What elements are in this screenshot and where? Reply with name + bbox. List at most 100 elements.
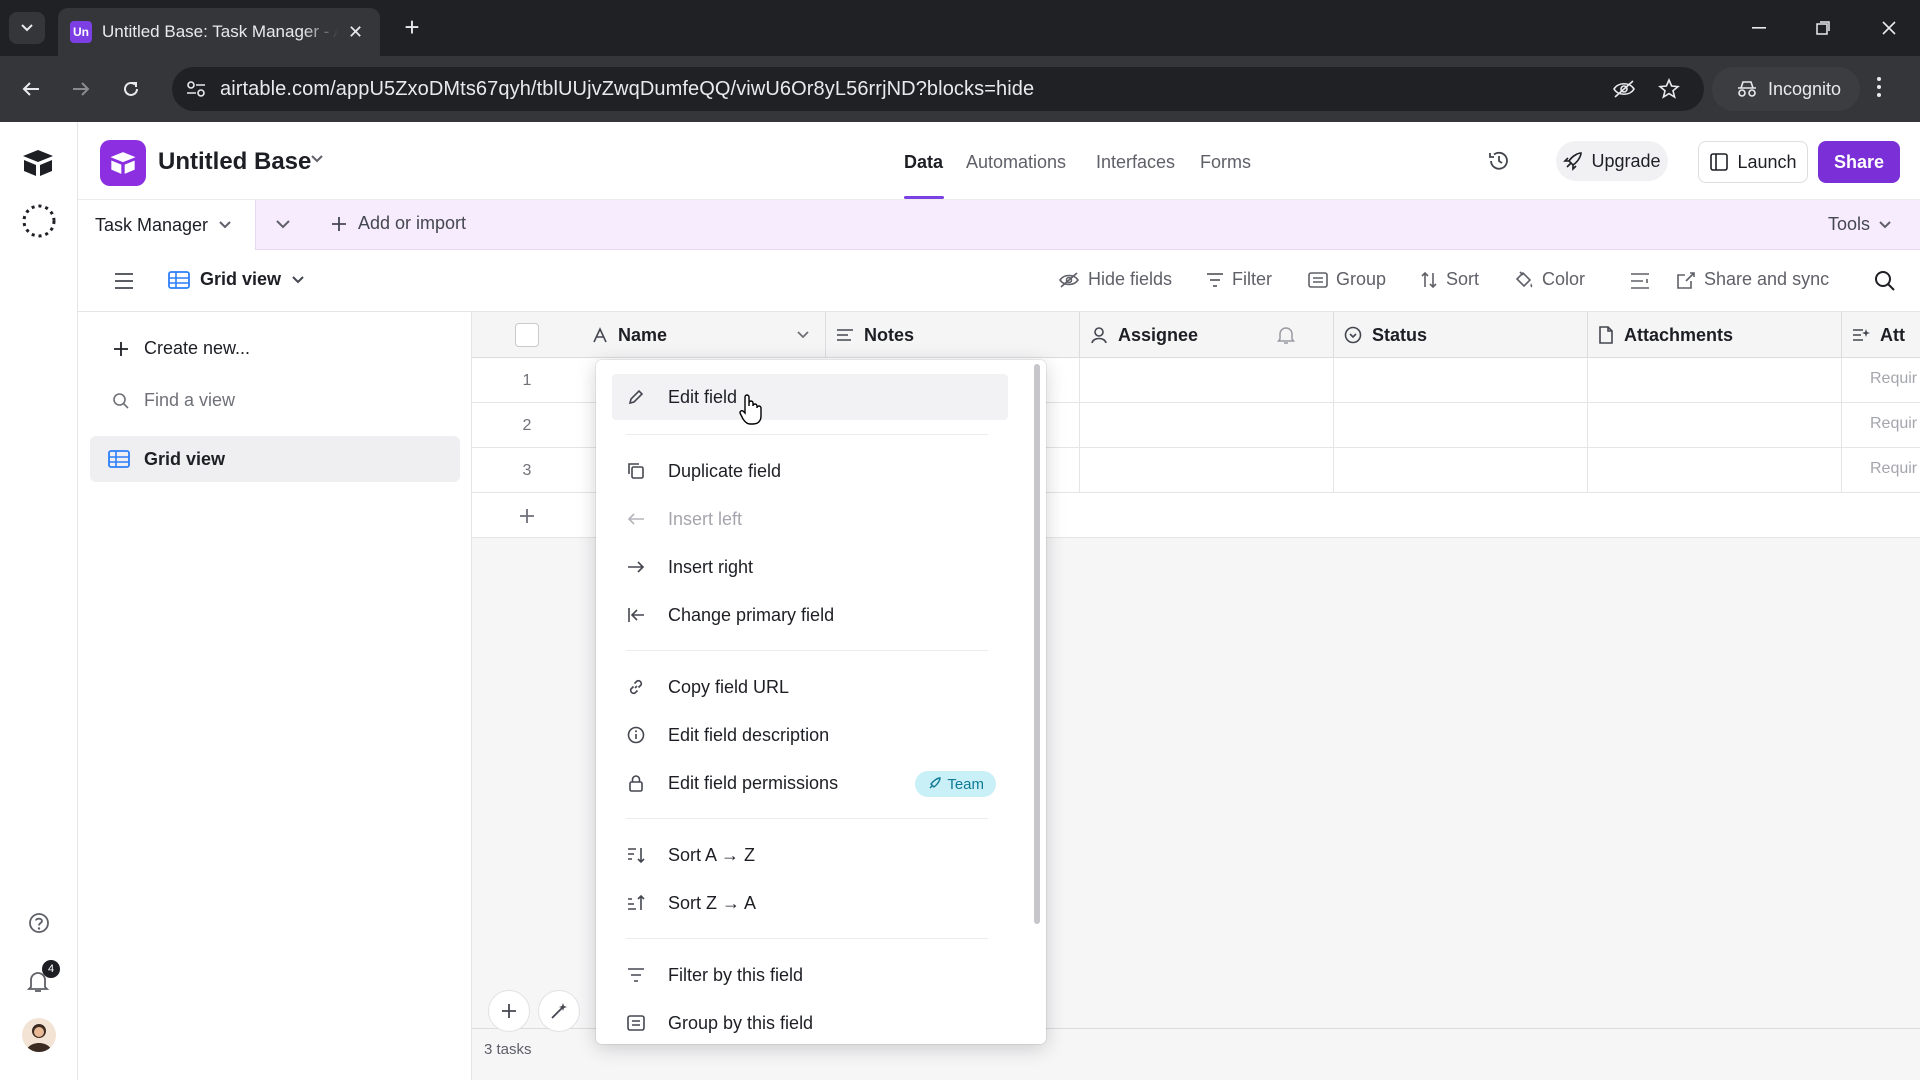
filter-icon <box>1207 272 1223 287</box>
sidebar-toggle-icon[interactable] <box>114 272 134 290</box>
column-header-status[interactable]: Status <box>1334 312 1588 358</box>
view-name: Grid view <box>200 269 282 289</box>
launch-button[interactable]: Launch <box>1698 141 1808 183</box>
chevron-down-icon[interactable] <box>310 154 324 164</box>
incognito-indicator[interactable]: Incognito <box>1712 67 1860 111</box>
chevron-down-icon <box>219 221 231 229</box>
upgrade-button[interactable]: Upgrade <box>1556 141 1668 181</box>
filter-button[interactable]: Filter <box>1206 269 1272 290</box>
chevron-down-icon[interactable] <box>796 330 810 340</box>
menu-item-filter-by-field[interactable]: Filter by this field <box>612 952 1008 998</box>
all-tables-chevron-icon[interactable] <box>274 219 292 231</box>
column-assignee-label: Assignee <box>1118 324 1199 345</box>
sort-asc-icon <box>626 845 646 865</box>
chevron-down-icon <box>1879 220 1891 228</box>
menu-item-edit-field-description[interactable]: Edit field description <box>612 712 1008 758</box>
search-icon[interactable] <box>1874 270 1896 292</box>
help-icon[interactable] <box>28 912 50 934</box>
share-button[interactable]: Share <box>1818 141 1900 183</box>
create-new-view-button[interactable]: Create new... <box>112 338 250 359</box>
ai-magic-button[interactable] <box>538 990 580 1032</box>
sidebar-item-grid-view[interactable]: Grid view <box>90 436 460 482</box>
sort-button[interactable]: Sort <box>1420 269 1479 290</box>
column-header-assignee[interactable]: Assignee <box>1080 312 1334 358</box>
user-icon <box>1091 327 1107 344</box>
tools-menu-button[interactable]: Tools <box>1828 214 1892 235</box>
menu-item-group-by-field[interactable]: Group by this field <box>612 1000 1008 1044</box>
status-cell[interactable] <box>1334 448 1588 493</box>
select-all-checkbox[interactable] <box>515 323 539 347</box>
hide-fields-button[interactable]: Hide fields <box>1058 269 1172 290</box>
filter-label: Filter <box>1232 269 1272 289</box>
minimize-button[interactable] <box>1734 12 1784 44</box>
avatar[interactable] <box>22 1018 56 1052</box>
menu-item-duplicate-field[interactable]: Duplicate field <box>612 448 1008 494</box>
tab-automations[interactable]: Automations <box>966 152 1066 173</box>
hand-cursor-icon <box>739 394 762 425</box>
minimize-icon <box>1752 27 1766 29</box>
view-switcher[interactable]: Grid view <box>168 269 305 290</box>
base-icon[interactable] <box>100 140 146 186</box>
menu-item-copy-field-url[interactable]: Copy field URL <box>612 664 1008 710</box>
menu-item-sort-asc[interactable]: Sort A → Z <box>612 832 1008 878</box>
group-button[interactable]: Group <box>1308 269 1386 290</box>
tab-data[interactable]: Data <box>904 152 943 173</box>
menu-scrollbar[interactable] <box>1034 364 1040 924</box>
column-header-name[interactable]: Name <box>582 312 826 358</box>
attachments-cell[interactable] <box>1588 403 1842 448</box>
row-height-icon[interactable] <box>1630 272 1650 290</box>
omni-assistant-icon[interactable] <box>20 202 58 240</box>
menu-item-insert-right[interactable]: Insert right <box>612 544 1008 590</box>
attachments-cell[interactable] <box>1588 448 1842 493</box>
menu-item-edit-field[interactable]: Edit field <box>612 374 1008 420</box>
tab-interfaces[interactable]: Interfaces <box>1096 152 1175 173</box>
browser-menu-button[interactable] <box>1876 76 1882 98</box>
forward-button[interactable] <box>62 70 100 108</box>
color-button[interactable]: Color <box>1514 269 1585 290</box>
status-cell[interactable] <box>1334 358 1588 403</box>
column-header-att[interactable]: Att <box>1842 312 1920 358</box>
tab-forms[interactable]: Forms <box>1200 152 1251 173</box>
base-name[interactable]: Untitled Base <box>158 148 311 176</box>
menu-item-sort-desc[interactable]: Sort Z → A <box>612 880 1008 926</box>
add-record-button[interactable] <box>488 990 530 1032</box>
browser-tab[interactable]: Un Untitled Base: Task Manager - Airtabl… <box>58 8 380 56</box>
assignee-cell[interactable] <box>1080 448 1334 493</box>
table-tab-task-manager[interactable]: Task Manager <box>78 200 256 250</box>
history-icon[interactable] <box>1488 150 1510 172</box>
assignee-cell[interactable] <box>1080 358 1334 403</box>
assignee-cell[interactable] <box>1080 403 1334 448</box>
eye-off-icon[interactable] <box>1612 79 1636 99</box>
share-and-sync-button[interactable]: Share and sync <box>1676 269 1829 290</box>
bookmark-star-icon[interactable] <box>1658 78 1680 100</box>
select-all-checkbox-cell <box>472 312 582 358</box>
plus-icon <box>520 509 534 523</box>
grid-view-icon <box>108 450 130 468</box>
reload-button[interactable] <box>112 70 150 108</box>
restore-button[interactable] <box>1798 12 1848 44</box>
record-count: 3 tasks <box>484 1041 532 1058</box>
menu-item-change-primary-field[interactable]: Change primary field <box>612 592 1008 638</box>
new-tab-button[interactable]: + <box>396 12 428 44</box>
status-cell[interactable] <box>1334 403 1588 448</box>
notifications-button[interactable]: 4 <box>26 960 60 994</box>
attachments-cell[interactable] <box>1588 358 1842 403</box>
column-attachments-label: Attachments <box>1624 324 1734 345</box>
pencil-icon <box>626 387 646 407</box>
find-view-input[interactable]: Find a view <box>112 390 235 411</box>
group-label: Group <box>1336 269 1387 289</box>
address-bar[interactable]: airtable.com/appU5ZxoDMts67qyh/tblUUjvZw… <box>172 67 1704 111</box>
menu-item-edit-field-permissions[interactable]: Edit field permissions Team <box>612 760 1008 806</box>
team-badge-label: Team <box>947 775 984 793</box>
tab-search-button[interactable] <box>9 12 45 44</box>
column-header-attachments[interactable]: Attachments <box>1588 312 1842 358</box>
bell-icon[interactable] <box>1276 325 1296 345</box>
back-button[interactable] <box>12 70 50 108</box>
close-tab-icon[interactable]: ✕ <box>348 22 363 43</box>
airtable-logo-icon[interactable] <box>20 148 56 178</box>
tools-label: Tools <box>1828 214 1871 234</box>
add-or-import-button[interactable]: Add or import <box>330 213 466 234</box>
close-window-button[interactable] <box>1864 12 1914 44</box>
site-settings-icon[interactable] <box>186 80 206 98</box>
column-header-notes[interactable]: Notes <box>826 312 1080 358</box>
